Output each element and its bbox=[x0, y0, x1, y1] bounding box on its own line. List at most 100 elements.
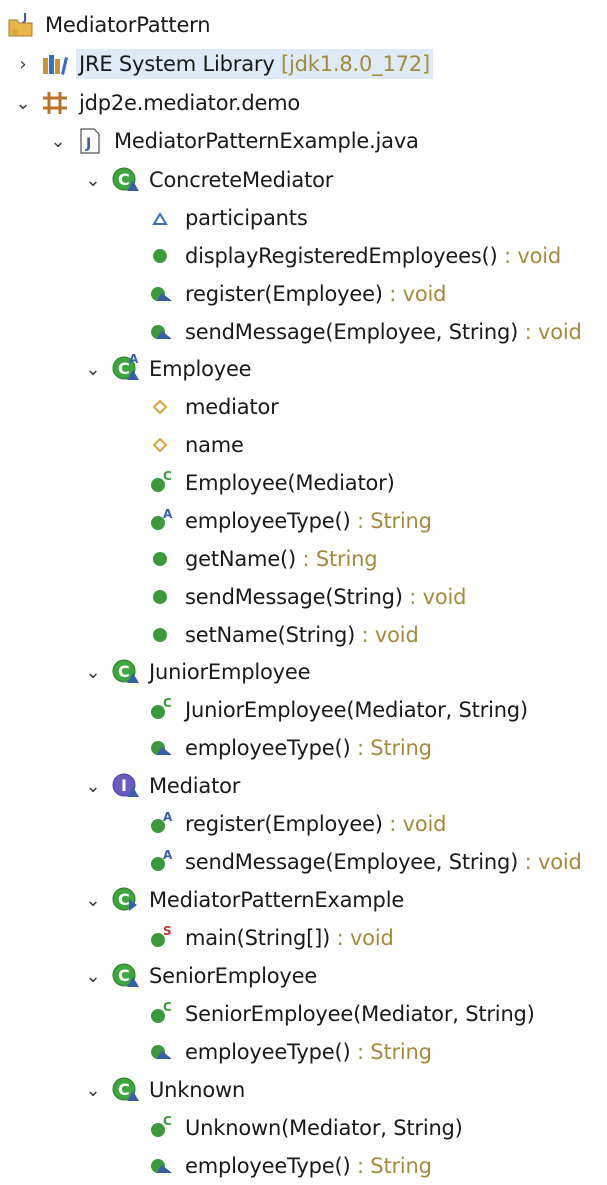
project-label: MediatorPattern bbox=[45, 13, 211, 37]
tree-row-display-registered[interactable]: ⌄displayRegisteredEmployees() : void bbox=[0, 237, 607, 275]
constructor-icon: C bbox=[146, 999, 176, 1029]
library-icon bbox=[40, 49, 70, 79]
tree-label: Unknown bbox=[146, 1075, 248, 1105]
method-override-icon bbox=[146, 279, 176, 309]
svg-text:A: A bbox=[163, 848, 173, 862]
member-name: register(Employee) bbox=[185, 812, 383, 836]
tree-row-unknown-ctor[interactable]: ⌄CUnknown(Mediator, String) bbox=[0, 1109, 607, 1147]
jre-label: JRE System Library [jdk1.8.0_172] bbox=[76, 49, 433, 79]
tree-row-unknown-type[interactable]: ⌄employeeType() : String bbox=[0, 1147, 607, 1185]
svg-text:C: C bbox=[163, 1114, 172, 1128]
class-icon: C bbox=[110, 165, 140, 195]
member-type: : String bbox=[296, 547, 378, 571]
tree-row-jre[interactable]: › JRE System Library [jdk1.8.0_172] bbox=[0, 45, 607, 83]
member-name: Employee bbox=[149, 357, 252, 381]
constructor-icon: C bbox=[146, 468, 176, 498]
chevron-down-icon[interactable]: ⌄ bbox=[47, 130, 69, 152]
method-override-icon bbox=[146, 317, 176, 347]
member-name: setName(String) bbox=[185, 623, 356, 647]
tree-row-concrete-mediator[interactable]: ⌄ C ConcreteMediator bbox=[0, 161, 607, 199]
svg-text:C: C bbox=[118, 170, 130, 189]
chevron-down-icon[interactable]: ⌄ bbox=[82, 889, 104, 911]
tree-label: register(Employee) : void bbox=[182, 809, 449, 839]
chevron-right-icon[interactable]: › bbox=[12, 53, 34, 75]
tree-row-project[interactable]: J MediatorPattern bbox=[0, 6, 607, 44]
chevron-down-icon[interactable]: ⌄ bbox=[82, 775, 104, 797]
class-icon: C bbox=[110, 961, 140, 991]
tree-row-emp-send[interactable]: ⌄sendMessage(String) : void bbox=[0, 578, 607, 616]
member-type: : String bbox=[350, 1040, 432, 1064]
member-name: Unknown(Mediator, String) bbox=[185, 1116, 463, 1140]
tree-row-senior-ctor[interactable]: ⌄CSeniorEmployee(Mediator, String) bbox=[0, 995, 607, 1033]
java-project-icon: J bbox=[6, 10, 36, 40]
tree-row-mediator-iface[interactable]: ⌄ I Mediator bbox=[0, 767, 607, 805]
tree-row-employee[interactable]: ⌄ C A Employee bbox=[0, 350, 607, 388]
method-override-icon bbox=[146, 1037, 176, 1067]
chevron-down-icon[interactable]: ⌄ bbox=[12, 92, 34, 114]
tree-row-senior[interactable]: ⌄ C SeniorEmployee bbox=[0, 957, 607, 995]
package-label: jdp2e.mediator.demo bbox=[79, 91, 301, 115]
tree-row-participants[interactable]: ⌄participants bbox=[0, 199, 607, 237]
tree-label: sendMessage(String) : void bbox=[182, 582, 469, 612]
tree-row-unknown[interactable]: ⌄ C Unknown bbox=[0, 1071, 607, 1109]
tree-row-file[interactable]: ⌄ J MediatorPatternExample.java bbox=[0, 122, 607, 160]
main-class-icon: C bbox=[110, 885, 140, 915]
tree-row-name-field[interactable]: ⌄name bbox=[0, 426, 607, 464]
tree-row-med-register[interactable]: ⌄Aregister(Employee) : void bbox=[0, 805, 607, 843]
tree-row-cm-send[interactable]: ⌄sendMessage(Employee, String) : void bbox=[0, 313, 607, 351]
interface-icon: I bbox=[110, 771, 140, 801]
member-type: : void bbox=[518, 320, 582, 344]
tree-label: JuniorEmployee bbox=[146, 657, 313, 687]
chevron-down-icon[interactable]: ⌄ bbox=[82, 965, 104, 987]
tree-label: SeniorEmployee bbox=[146, 961, 320, 991]
tree-row-get-name[interactable]: ⌄getName() : String bbox=[0, 540, 607, 578]
member-name: ConcreteMediator bbox=[149, 168, 334, 192]
tree-row-employee-ctor[interactable]: ⌄CEmployee(Mediator) bbox=[0, 464, 607, 502]
svg-text:A: A bbox=[163, 507, 173, 521]
tree-label: Employee(Mediator) bbox=[182, 468, 398, 498]
tree-row-cm-register[interactable]: ⌄register(Employee) : void bbox=[0, 275, 607, 313]
tree-row-junior-type[interactable]: ⌄employeeType() : String bbox=[0, 729, 607, 767]
method-abstract-icon: A bbox=[146, 847, 176, 877]
tree-label: setName(String) : void bbox=[182, 620, 422, 650]
chevron-down-icon[interactable]: ⌄ bbox=[82, 661, 104, 683]
member-type: : String bbox=[350, 509, 432, 533]
tree-label: JuniorEmployee(Mediator, String) bbox=[182, 695, 531, 725]
tree-row-med-send[interactable]: ⌄AsendMessage(Employee, String) : void bbox=[0, 843, 607, 881]
tree-row-mpe-class[interactable]: ⌄ C MediatorPatternExample bbox=[0, 881, 607, 919]
member-name: main(String[]) bbox=[185, 926, 331, 950]
constructor-icon: C bbox=[146, 1113, 176, 1143]
member-type: : String bbox=[350, 736, 432, 760]
tree-row-main[interactable]: ⌄Smain(String[]) : void bbox=[0, 919, 607, 957]
method-override-icon bbox=[146, 733, 176, 763]
tree-label: Unknown(Mediator, String) bbox=[182, 1113, 466, 1143]
tree-row-junior-ctor[interactable]: ⌄CJuniorEmployee(Mediator, String) bbox=[0, 691, 607, 729]
tree-row-mediator-field[interactable]: ⌄mediator bbox=[0, 388, 607, 426]
tree-row-junior[interactable]: ⌄ C JuniorEmployee bbox=[0, 653, 607, 691]
chevron-down-icon[interactable]: ⌄ bbox=[82, 169, 104, 191]
member-name: employeeType() bbox=[185, 1154, 351, 1178]
member-name: SeniorEmployee bbox=[149, 964, 318, 988]
chevron-down-icon[interactable]: ⌄ bbox=[82, 1079, 104, 1101]
chevron-down-icon[interactable]: ⌄ bbox=[82, 358, 104, 380]
field-default-icon bbox=[146, 430, 176, 460]
svg-text:C: C bbox=[118, 1080, 130, 1099]
member-name: Employee(Mediator) bbox=[185, 471, 395, 495]
member-name: JuniorEmployee bbox=[149, 660, 311, 684]
member-name: sendMessage(Employee, String) bbox=[185, 850, 519, 874]
tree-row-set-name[interactable]: ⌄setName(String) : void bbox=[0, 616, 607, 654]
tree-row-senior-type[interactable]: ⌄employeeType() : String bbox=[0, 1033, 607, 1071]
tree-row-package[interactable]: ⌄ jdp2e.mediator.demo bbox=[0, 84, 607, 122]
tree-label: participants bbox=[182, 203, 311, 233]
tree-row-employee-type-abstract[interactable]: ⌄AemployeeType() : String bbox=[0, 502, 607, 540]
file-label: MediatorPatternExample.java bbox=[114, 129, 419, 153]
jre-name: JRE System Library bbox=[79, 52, 275, 76]
svg-text:C: C bbox=[163, 696, 172, 710]
tree-label: mediator bbox=[182, 392, 282, 422]
tree-label: getName() : String bbox=[182, 544, 380, 574]
tree-label: employeeType() : String bbox=[182, 506, 435, 536]
svg-text:I: I bbox=[121, 776, 127, 795]
method-abstract-icon: A bbox=[146, 506, 176, 536]
tree-label: sendMessage(Employee, String) : void bbox=[182, 317, 585, 347]
tree-label: ConcreteMediator bbox=[146, 165, 336, 195]
